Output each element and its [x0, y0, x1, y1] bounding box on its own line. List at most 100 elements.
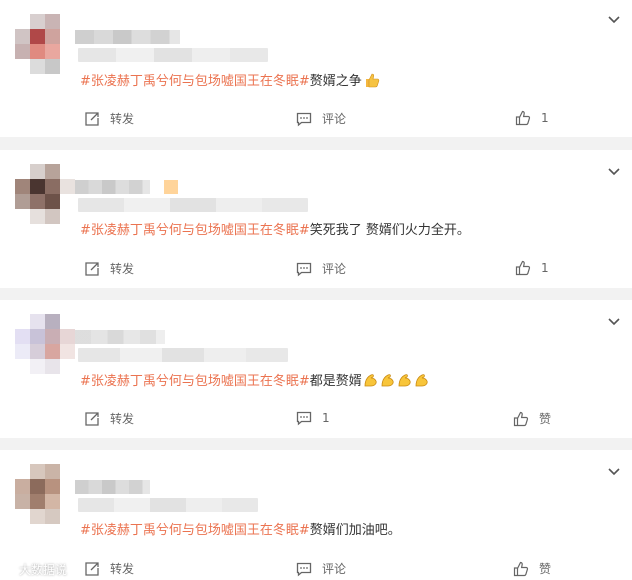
- like-icon: [515, 260, 531, 276]
- avatar-pixel: [60, 479, 75, 494]
- comment-card: #张凌赫丁禹兮何与包场嘘国王在冬眠#笑死我了 赘婿们火力全开。 转发 评论 1: [0, 150, 632, 288]
- avatar-pixel: [30, 59, 45, 74]
- like-icon: [513, 561, 529, 576]
- avatar-pixel: [45, 329, 60, 344]
- username-blurred[interactable]: [75, 180, 150, 194]
- avatar-pixel: [15, 29, 30, 44]
- avatar-pixel: [45, 464, 60, 479]
- avatar-pixel: [30, 494, 45, 509]
- like-button[interactable]: 赞: [513, 560, 551, 577]
- hashtag-link[interactable]: #张凌赫丁禹兮何与包场嘘国王在冬眠#: [80, 74, 310, 89]
- repost-label: 转发: [110, 112, 135, 126]
- avatar-pixel: [15, 209, 30, 224]
- avatar-pixel: [60, 509, 75, 524]
- flexed-biceps-emoji-icon: [381, 374, 394, 387]
- thumbs-up-emoji-icon: [365, 73, 379, 88]
- like-count: 1: [541, 261, 549, 275]
- repost-button[interactable]: 转发: [84, 110, 134, 127]
- avatar-pixel: [30, 359, 45, 374]
- like-button[interactable]: 1: [515, 110, 549, 126]
- avatar-pixel: [60, 14, 75, 29]
- flexed-biceps-emoji-icon: [364, 374, 377, 387]
- avatar-pixel: [45, 44, 60, 59]
- comment-content: #张凌赫丁禹兮何与包场嘘国王在冬眠#都是赘婿: [80, 372, 430, 391]
- avatar-pixel: [60, 344, 75, 359]
- avatar-pixel: [60, 494, 75, 509]
- like-icon: [515, 110, 531, 126]
- username-blurred[interactable]: [75, 480, 150, 494]
- comment-label: 评论: [322, 112, 347, 126]
- avatar-pixel: [15, 164, 30, 179]
- repost-button[interactable]: 转发: [84, 260, 134, 277]
- timestamp-blurred: [78, 48, 268, 62]
- avatar-pixel: [15, 59, 30, 74]
- username-blurred[interactable]: [75, 30, 180, 44]
- chevron-down-icon[interactable]: [606, 12, 622, 28]
- avatar-pixel: [30, 164, 45, 179]
- avatar-pixel: [60, 164, 75, 179]
- avatar[interactable]: [15, 314, 75, 374]
- avatar[interactable]: [15, 164, 75, 224]
- avatar-pixel: [45, 494, 60, 509]
- repost-button[interactable]: 转发: [84, 560, 134, 577]
- comment-card: #张凌赫丁禹兮何与包场嘘国王在冬眠#赘婿们加油吧。 转发 评论 赞: [0, 450, 632, 580]
- comment-card: #张凌赫丁禹兮何与包场嘘国王在冬眠#都是赘婿 转发 1 赞: [0, 300, 632, 438]
- avatar-pixel: [45, 209, 60, 224]
- comment-button[interactable]: 评论: [296, 260, 346, 277]
- chevron-down-icon[interactable]: [606, 464, 622, 480]
- like-label: 赞: [539, 412, 552, 426]
- chevron-down-icon[interactable]: [606, 164, 622, 180]
- username-blurred[interactable]: [75, 330, 165, 344]
- like-button[interactable]: 1: [515, 260, 549, 276]
- comment-count: 1: [322, 411, 330, 425]
- avatar[interactable]: [15, 464, 75, 524]
- chevron-down-icon[interactable]: [606, 314, 622, 330]
- repost-label: 转发: [110, 412, 135, 426]
- repost-label: 转发: [110, 262, 135, 276]
- flexed-biceps-emoji-icon: [415, 374, 428, 387]
- avatar-pixel: [60, 329, 75, 344]
- avatar-pixel: [15, 179, 30, 194]
- hashtag-link[interactable]: #张凌赫丁禹兮何与包场嘘国王在冬眠#: [80, 523, 310, 538]
- avatar-pixel: [30, 179, 45, 194]
- repost-icon: [85, 261, 99, 276]
- avatar-pixel: [30, 479, 45, 494]
- repost-label: 转发: [110, 562, 135, 576]
- hashtag-link[interactable]: #张凌赫丁禹兮何与包场嘘国王在冬眠#: [80, 374, 310, 389]
- vip-badge: [164, 180, 178, 194]
- repost-button[interactable]: 转发: [84, 410, 134, 427]
- avatar-pixel: [30, 14, 45, 29]
- avatar-pixel: [30, 509, 45, 524]
- comment-button[interactable]: 评论: [296, 560, 346, 577]
- hashtag-link[interactable]: #张凌赫丁禹兮何与包场嘘国王在冬眠#: [80, 223, 310, 238]
- avatar-pixel: [15, 314, 30, 329]
- comment-text: 赘婿们加油吧。: [309, 523, 401, 538]
- watermark: 大数据说: [2, 561, 67, 578]
- avatar-pixel: [45, 29, 60, 44]
- avatar-pixel: [60, 179, 75, 194]
- avatar[interactable]: [15, 14, 75, 74]
- comment-text: 赘婿之争: [309, 74, 362, 89]
- avatar-pixel: [30, 209, 45, 224]
- comment-text: 笑死我了 赘婿们火力全开。: [309, 223, 470, 238]
- comment-label: 评论: [322, 262, 347, 276]
- avatar-pixel: [45, 509, 60, 524]
- avatar-pixel: [45, 164, 60, 179]
- timestamp-blurred: [78, 498, 258, 512]
- avatar-pixel: [60, 44, 75, 59]
- avatar-pixel: [45, 14, 60, 29]
- avatar-pixel: [45, 59, 60, 74]
- avatar-pixel: [15, 464, 30, 479]
- avatar-pixel: [15, 329, 30, 344]
- comment-button[interactable]: 1: [296, 410, 330, 426]
- avatar-pixel: [30, 44, 45, 59]
- avatar-pixel: [45, 479, 60, 494]
- like-button[interactable]: 赞: [513, 410, 551, 427]
- comment-button[interactable]: 评论: [296, 110, 346, 127]
- comment-icon: [296, 562, 312, 576]
- flexed-biceps-emoji-icon: [398, 374, 411, 387]
- avatar-pixel: [45, 194, 60, 209]
- avatar-pixel: [30, 464, 45, 479]
- avatar-pixel: [30, 314, 45, 329]
- comment-icon: [296, 262, 312, 276]
